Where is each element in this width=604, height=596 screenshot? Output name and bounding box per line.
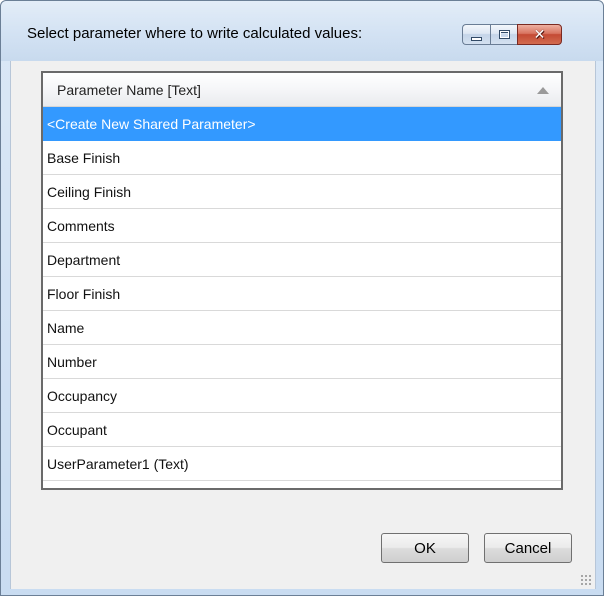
close-icon: ✕: [533, 26, 546, 43]
window-title: Select parameter where to write calculat…: [27, 25, 363, 42]
cancel-button[interactable]: Cancel: [484, 533, 572, 563]
table-row[interactable]: Name: [43, 311, 561, 345]
row-label: Ceiling Finish: [47, 184, 132, 200]
row-label: Occupancy: [47, 388, 118, 404]
caption-buttons: ✕: [462, 24, 562, 46]
maximize-button[interactable]: [490, 24, 517, 45]
sort-ascending-icon: [537, 87, 549, 94]
parameter-grid[interactable]: Parameter Name [Text] <Create New Shared…: [41, 71, 563, 490]
table-row[interactable]: Base Finish: [43, 141, 561, 175]
row-label: Department: [47, 252, 121, 268]
row-label: Comments: [47, 218, 115, 234]
close-button[interactable]: ✕: [517, 24, 562, 45]
table-row[interactable]: Department: [43, 243, 561, 277]
row-label: Base Finish: [47, 150, 121, 166]
table-row[interactable]: Wall Finish: [43, 481, 561, 488]
parameter-list: <Create New Shared Parameter> Base Finish…: [43, 107, 561, 488]
column-header-parameter-name[interactable]: Parameter Name [Text]: [43, 73, 561, 107]
table-row[interactable]: Occupant: [43, 413, 561, 447]
ok-button[interactable]: OK: [381, 533, 469, 563]
resize-grip-icon[interactable]: [580, 574, 592, 586]
table-row[interactable]: <Create New Shared Parameter>: [43, 107, 561, 141]
row-label: UserParameter1 (Text): [47, 456, 189, 472]
table-row[interactable]: Number: [43, 345, 561, 379]
title-bar[interactable]: Select parameter where to write calculat…: [1, 1, 603, 61]
dialog-client-area: Parameter Name [Text] <Create New Shared…: [10, 61, 596, 589]
table-row[interactable]: Ceiling Finish: [43, 175, 561, 209]
minimize-icon: [471, 36, 482, 41]
minimize-button[interactable]: [462, 24, 490, 45]
maximize-icon: [498, 30, 510, 39]
row-label: Floor Finish: [47, 286, 121, 302]
table-row[interactable]: Floor Finish: [43, 277, 561, 311]
dialog-window: Select parameter where to write calculat…: [0, 0, 604, 596]
column-header-label: Parameter Name [Text]: [57, 82, 201, 98]
row-label: Occupant: [47, 422, 107, 438]
row-label: Name: [47, 320, 85, 336]
table-row[interactable]: Occupancy: [43, 379, 561, 413]
table-row[interactable]: UserParameter1 (Text): [43, 447, 561, 481]
row-label: <Create New Shared Parameter>: [47, 116, 256, 132]
row-label: Number: [47, 354, 97, 370]
table-row[interactable]: Comments: [43, 209, 561, 243]
